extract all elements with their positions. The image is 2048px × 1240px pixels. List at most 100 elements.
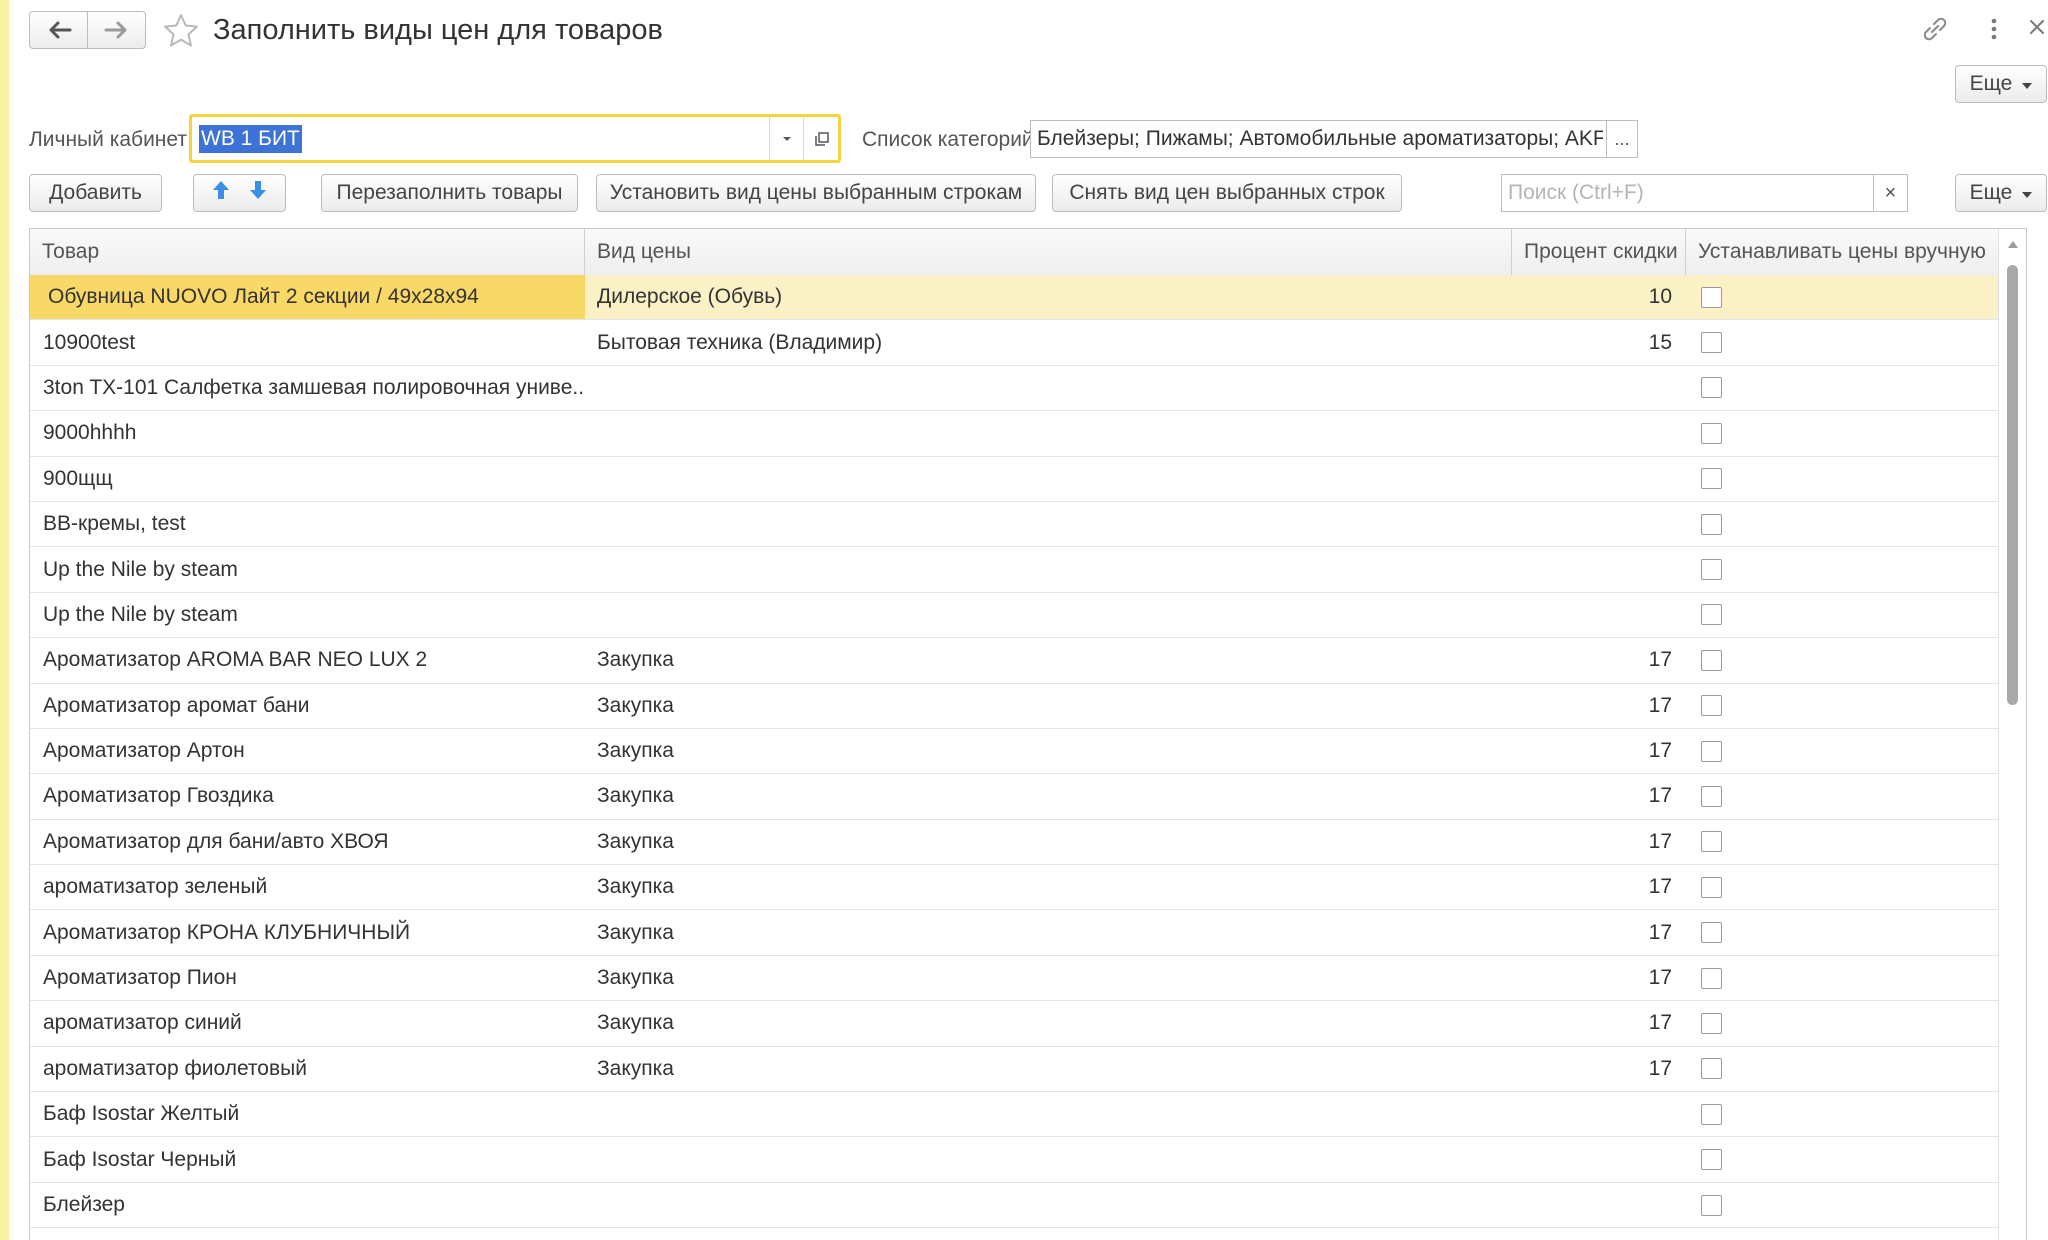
price-type-cell[interactable]: Закупка	[585, 820, 1512, 864]
item-cell[interactable]: ароматизатор синий	[30, 1001, 585, 1045]
table-row[interactable]: Ароматизатор КРОНА КЛУБНИЧНЫЙ Закупка 17	[30, 910, 1998, 956]
manual-price-checkbox[interactable]	[1701, 422, 1722, 444]
price-type-cell[interactable]: Закупка	[585, 729, 1512, 773]
discount-cell[interactable]: 17	[1512, 1047, 1686, 1091]
toolbar-more-button[interactable]: Еще	[1955, 174, 2047, 212]
discount-cell[interactable]: 17	[1512, 684, 1686, 728]
manual-price-checkbox[interactable]	[1701, 967, 1722, 989]
price-type-cell[interactable]: Закупка	[585, 774, 1512, 818]
discount-cell[interactable]: 17	[1512, 729, 1686, 773]
manual-price-checkbox[interactable]	[1701, 1012, 1722, 1034]
table-row[interactable]: Up the Nile by steam	[30, 547, 1998, 593]
discount-cell[interactable]: 17	[1512, 910, 1686, 954]
discount-cell[interactable]	[1512, 547, 1686, 591]
manual-price-checkbox[interactable]	[1701, 1149, 1722, 1171]
manual-price-checkbox[interactable]	[1701, 922, 1722, 944]
vertical-scrollbar[interactable]	[1998, 229, 2026, 1240]
price-type-cell[interactable]	[585, 411, 1512, 455]
item-cell[interactable]: Ароматизатор AROMA BAR NEO LUX 2	[30, 638, 585, 682]
price-type-cell[interactable]: Закупка	[585, 910, 1512, 954]
item-cell[interactable]: Ароматизатор Гвоздика	[30, 774, 585, 818]
manual-price-checkbox[interactable]	[1701, 831, 1722, 853]
table-row[interactable]: ароматизатор зеленый Закупка 17	[30, 865, 1998, 911]
more-menu-button[interactable]	[1987, 14, 2001, 49]
column-header-discount[interactable]: Процент скидки	[1512, 229, 1686, 275]
item-cell[interactable]: Баф Isostar Желтый	[30, 1092, 585, 1136]
item-cell[interactable]: 900щщ	[30, 457, 585, 501]
table-row[interactable]: 3ton TX-101 Салфетка замшевая полировочн…	[30, 366, 1998, 412]
manual-price-checkbox[interactable]	[1701, 468, 1722, 490]
price-type-cell[interactable]: Дилерское (Обувь)	[585, 275, 1512, 319]
forward-button[interactable]	[87, 12, 145, 48]
price-type-cell[interactable]	[585, 547, 1512, 591]
search-clear-button[interactable]: ×	[1873, 175, 1907, 211]
column-header-price-type[interactable]: Вид цены	[585, 229, 1512, 275]
item-cell[interactable]: Ароматизатор Пион	[30, 956, 585, 1000]
table-row[interactable]: BB-кремы, test	[30, 502, 1998, 548]
table-row[interactable]: Up the Nile by steam	[30, 593, 1998, 639]
close-button[interactable]	[2026, 16, 2048, 43]
item-cell[interactable]: 10900test	[30, 320, 585, 364]
discount-cell[interactable]	[1512, 457, 1686, 501]
price-type-cell[interactable]: Закупка	[585, 638, 1512, 682]
refill-items-button[interactable]: Перезаполнить товары	[321, 174, 578, 212]
manual-price-checkbox[interactable]	[1701, 1194, 1722, 1216]
search-input[interactable]	[1508, 179, 1868, 207]
table-row[interactable]: Ароматизатор аромат бани Закупка 17	[30, 684, 1998, 729]
item-cell[interactable]: Ароматизатор Артон	[30, 729, 585, 773]
column-header-manual-price[interactable]: Устанавливать цены вручную	[1686, 229, 1998, 275]
price-type-cell[interactable]	[585, 366, 1512, 410]
table-row[interactable]: 900щщ	[30, 457, 1998, 502]
categories-select-button[interactable]: ...	[1606, 121, 1637, 157]
item-cell[interactable]: Up the Nile by steam	[30, 547, 585, 591]
manual-price-checkbox[interactable]	[1701, 695, 1722, 717]
item-cell[interactable]: Блейзер	[30, 1183, 585, 1227]
price-type-cell[interactable]	[585, 1183, 1512, 1227]
manual-price-checkbox[interactable]	[1701, 1103, 1722, 1125]
table-row[interactable]: Ароматизатор для бани/авто ХВОЯ Закупка 17	[30, 820, 1998, 866]
manual-price-checkbox[interactable]	[1701, 604, 1722, 626]
manual-price-checkbox[interactable]	[1701, 559, 1722, 581]
item-cell[interactable]: Ароматизатор аромат бани	[30, 684, 585, 728]
discount-cell[interactable]	[1512, 1183, 1686, 1227]
cabinet-field[interactable]: WB 1 БИТ	[189, 114, 841, 163]
manual-price-checkbox[interactable]	[1701, 785, 1722, 807]
item-cell[interactable]: 3ton TX-101 Салфетка замшевая полировочн…	[30, 366, 585, 410]
discount-cell[interactable]: 17	[1512, 638, 1686, 682]
move-up-button[interactable]	[211, 179, 231, 207]
item-cell[interactable]: Ароматизатор КРОНА КЛУБНИЧНЫЙ	[30, 910, 585, 954]
discount-cell[interactable]	[1512, 1092, 1686, 1136]
discount-cell[interactable]	[1512, 366, 1686, 410]
cabinet-dropdown-button[interactable]	[769, 117, 804, 160]
table-row[interactable]: Ароматизатор Пион Закупка 17	[30, 956, 1998, 1002]
table-row[interactable]: ароматизатор синий Закупка 17	[30, 1001, 1998, 1047]
favorite-button[interactable]	[162, 12, 200, 55]
item-cell[interactable]: ароматизатор фиолетовый	[30, 1047, 585, 1091]
price-type-cell[interactable]: Бытовая техника (Владимир)	[585, 320, 1512, 364]
table-row[interactable]: Баф Isostar Черный	[30, 1137, 1998, 1183]
manual-price-checkbox[interactable]	[1701, 1058, 1722, 1080]
item-cell[interactable]: BB-кремы, test	[30, 502, 585, 546]
table-row[interactable]: Баф Isostar Желтый	[30, 1092, 1998, 1138]
price-type-cell[interactable]	[585, 502, 1512, 546]
item-cell[interactable]: Ароматизатор для бани/авто ХВОЯ	[30, 820, 585, 864]
item-cell[interactable]: ароматизатор зеленый	[30, 865, 585, 909]
item-cell[interactable]: Обувница NUOVO Лайт 2 секции / 49x28x94	[30, 275, 585, 320]
column-header-item[interactable]: Товар	[30, 229, 585, 275]
discount-cell[interactable]	[1512, 502, 1686, 546]
item-cell[interactable]: Баф Isostar Черный	[30, 1137, 585, 1181]
price-type-cell[interactable]: Закупка	[585, 865, 1512, 909]
price-type-cell[interactable]	[585, 1092, 1512, 1136]
item-cell[interactable]: Up the Nile by steam	[30, 593, 585, 637]
price-type-cell[interactable]: Закупка	[585, 956, 1512, 1000]
table-row[interactable]: Ароматизатор AROMA BAR NEO LUX 2 Закупка 1…	[30, 638, 1998, 684]
discount-cell[interactable]: 10	[1512, 275, 1686, 319]
price-type-cell[interactable]	[585, 457, 1512, 501]
discount-cell[interactable]: 17	[1512, 956, 1686, 1000]
scroll-up-icon[interactable]	[2008, 241, 2018, 248]
manual-price-checkbox[interactable]	[1701, 377, 1722, 399]
discount-cell[interactable]: 17	[1512, 774, 1686, 818]
price-type-cell[interactable]	[585, 1137, 1512, 1181]
table-row[interactable]: ароматизатор фиолетовый Закупка 17	[30, 1047, 1998, 1093]
table-row[interactable]: Ароматизатор Артон Закупка 17	[30, 729, 1998, 775]
